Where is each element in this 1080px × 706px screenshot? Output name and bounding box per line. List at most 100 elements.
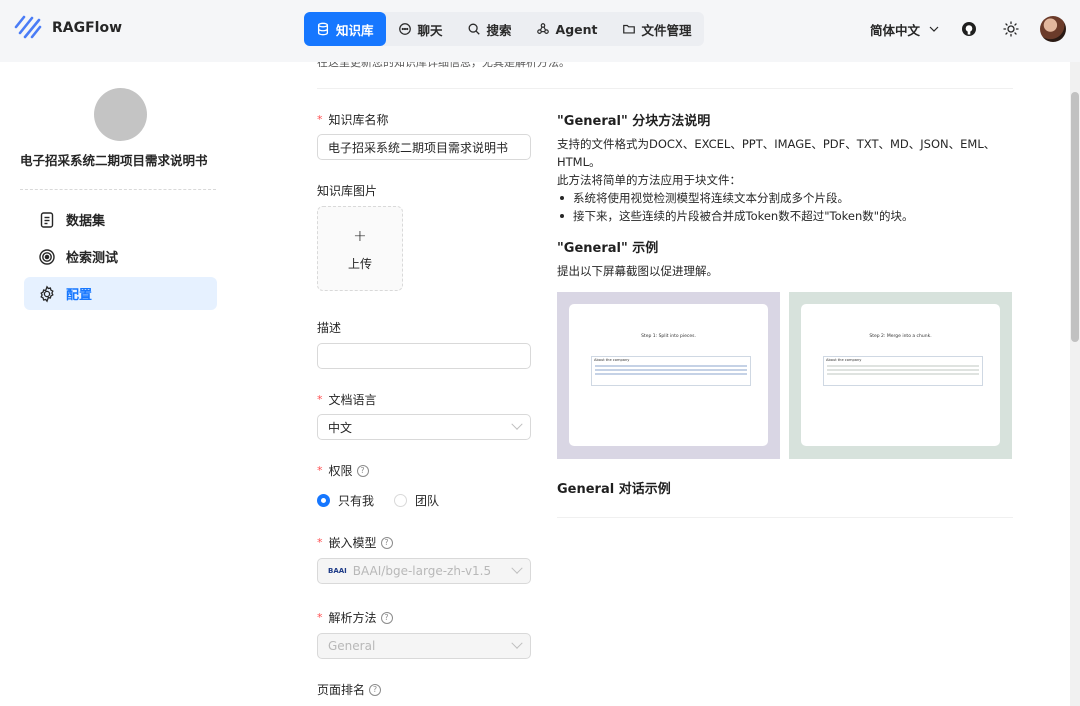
- screenshot-card: Step 1: Split into pieces. About the com…: [569, 304, 768, 446]
- ragflow-logo-icon: [14, 13, 42, 43]
- example-screenshot-step-2: Step 2: Merge into a chunk. About the co…: [789, 292, 1012, 459]
- chevron-down-icon: [511, 418, 523, 430]
- image-label: 知识库图片: [317, 184, 378, 198]
- knowledge-base-avatar: [94, 88, 147, 141]
- parse-method-select[interactable]: General: [317, 633, 531, 659]
- chevron-down-icon: [511, 637, 523, 649]
- sidebar-item-label: 配置: [66, 288, 93, 303]
- language-label: 简体中文: [869, 22, 920, 38]
- knowledge-base-name: 电子招采系统二期项目需求说明书: [20, 153, 208, 168]
- chevron-down-icon: [929, 26, 939, 32]
- header-actions: 简体中文: [870, 16, 1066, 42]
- nav-item-search[interactable]: 搜索: [455, 12, 524, 46]
- example-text: 提出以下屏幕截图以促进理解。: [557, 264, 718, 278]
- description-label: 描述: [317, 321, 342, 335]
- screenshot-section: About the company: [594, 358, 630, 362]
- document-language-select[interactable]: 中文: [317, 414, 531, 440]
- screenshot-title: Step 2: Merge into a chunk.: [869, 334, 932, 339]
- brand[interactable]: RAGFlow: [14, 13, 122, 43]
- example-screenshot-step-1: Step 1: Split into pieces. About the com…: [557, 292, 780, 459]
- description-title: "General" 分块方法说明: [557, 114, 711, 129]
- embedding-model-select[interactable]: BAAI BAAI/bge-large-zh-v1.5: [317, 558, 531, 584]
- help-icon[interactable]: ?: [356, 464, 369, 477]
- supported-formats: 支持的文件格式为DOCX、EXCEL、PPT、IMAGE、PDF、TXT、MD、…: [557, 137, 996, 169]
- parse-label-text: 解析方法: [328, 611, 377, 625]
- scrollbar-thumb[interactable]: [1071, 92, 1079, 342]
- screenshot-box: About the company: [823, 356, 983, 386]
- radio-label: 团队: [415, 494, 440, 508]
- language-select[interactable]: 简体中文: [870, 20, 940, 39]
- search-icon: [468, 23, 480, 35]
- description-bullet: 接下来，这些连续的片段被合并成Token数不超过"Token数"的块。: [557, 207, 1007, 225]
- sidebar-item-dataset[interactable]: 数据集: [24, 203, 217, 236]
- screenshot-section: About the company: [826, 358, 862, 362]
- chevron-down-icon: [511, 562, 523, 574]
- sidebar-item-label: 检索测试: [66, 251, 119, 266]
- nav-item-label: Agent: [555, 21, 598, 37]
- section-divider: [317, 88, 1013, 89]
- image-upload-button[interactable]: + 上传: [317, 206, 403, 291]
- chunk-method-description: "General" 分块方法说明 支持的文件格式为DOCX、EXCEL、PPT、…: [557, 110, 1007, 280]
- language-label-text: 文档语言: [328, 393, 377, 407]
- upload-label: 上传: [347, 256, 372, 271]
- top-bar: RAGFlow 知识库 聊天 搜索 Agent 文件管理 简体中文: [0, 0, 1080, 62]
- brand-name: RAGFlow: [52, 20, 123, 36]
- gear-icon: [40, 284, 54, 303]
- nav-item-knowledge-base[interactable]: 知识库: [304, 12, 386, 46]
- permission-radio-group: 只有我 团队: [317, 492, 439, 509]
- screenshot-box: About the company: [591, 356, 751, 386]
- required-mark: *: [317, 611, 323, 624]
- github-button[interactable]: [956, 16, 982, 42]
- dialog-example-title: General 对话示例: [557, 482, 671, 497]
- github-icon: [962, 22, 976, 36]
- embedding-label: * 嵌入模型 ?: [317, 534, 393, 551]
- required-mark: *: [317, 393, 323, 406]
- method-intro: 此方法将简单的方法应用于块文件：: [557, 173, 741, 187]
- main-nav: 知识库 聊天 搜索 Agent 文件管理: [304, 12, 704, 46]
- section-divider: [557, 517, 1013, 518]
- description-bullet: 系统将使用视觉检测模型将连续文本分割成多个片段。: [557, 189, 1007, 207]
- chat-icon: [398, 23, 411, 35]
- nav-item-agent[interactable]: Agent: [524, 12, 610, 46]
- main-panel: 电子招采系统二期项目需求说明书 数据集 检索测试 配置 在这里更新您的知识库详细…: [0, 62, 1070, 706]
- help-icon[interactable]: ?: [369, 683, 382, 696]
- nav-item-label: 聊天: [417, 22, 443, 38]
- nav-item-label: 搜索: [486, 22, 512, 38]
- screenshot-title: Step 1: Split into pieces.: [641, 334, 696, 339]
- help-icon[interactable]: ?: [380, 536, 393, 549]
- nav-item-label: 文件管理: [641, 22, 692, 38]
- parse-value: General: [328, 639, 376, 653]
- permission-label-text: 权限: [328, 464, 353, 478]
- page-rank-label: 页面排名 ?: [317, 681, 382, 698]
- nav-item-label: 知识库: [336, 22, 374, 38]
- parse-method-label: * 解析方法 ?: [317, 609, 393, 626]
- kb-name-input[interactable]: 电子招采系统二期项目需求说明书: [317, 134, 531, 160]
- language-field-label: * 文档语言: [317, 391, 377, 408]
- page-rank-label-text: 页面排名: [317, 683, 366, 697]
- nav-item-chat[interactable]: 聊天: [386, 12, 455, 46]
- required-mark: *: [317, 536, 323, 549]
- permission-label: * 权限 ?: [317, 462, 369, 479]
- description-input[interactable]: [317, 343, 531, 369]
- example-title: "General" 示例: [557, 241, 659, 256]
- scrollbar[interactable]: [1070, 62, 1080, 706]
- sidebar-item-retrieval-test[interactable]: 检索测试: [24, 240, 217, 273]
- radio-label: 只有我: [338, 494, 375, 508]
- embedding-label-text: 嵌入模型: [328, 536, 377, 550]
- help-icon[interactable]: ?: [380, 611, 393, 624]
- target-icon: [39, 248, 55, 265]
- permission-option-me[interactable]: 只有我: [317, 492, 374, 509]
- nav-item-file-manager[interactable]: 文件管理: [610, 12, 704, 46]
- sidebar-divider: [20, 189, 216, 190]
- document-icon: [40, 211, 54, 228]
- user-avatar[interactable]: [1040, 16, 1066, 42]
- theme-toggle-button[interactable]: [998, 16, 1024, 42]
- sidebar-item-config[interactable]: 配置: [24, 277, 217, 310]
- name-label: * 知识库名称: [317, 111, 389, 128]
- sun-icon: [1003, 21, 1019, 37]
- database-icon: [317, 22, 329, 36]
- language-value: 中文: [328, 420, 353, 435]
- name-label-text: 知识库名称: [328, 113, 389, 127]
- sidebar-item-label: 数据集: [66, 214, 106, 229]
- permission-option-team[interactable]: 团队: [394, 492, 439, 509]
